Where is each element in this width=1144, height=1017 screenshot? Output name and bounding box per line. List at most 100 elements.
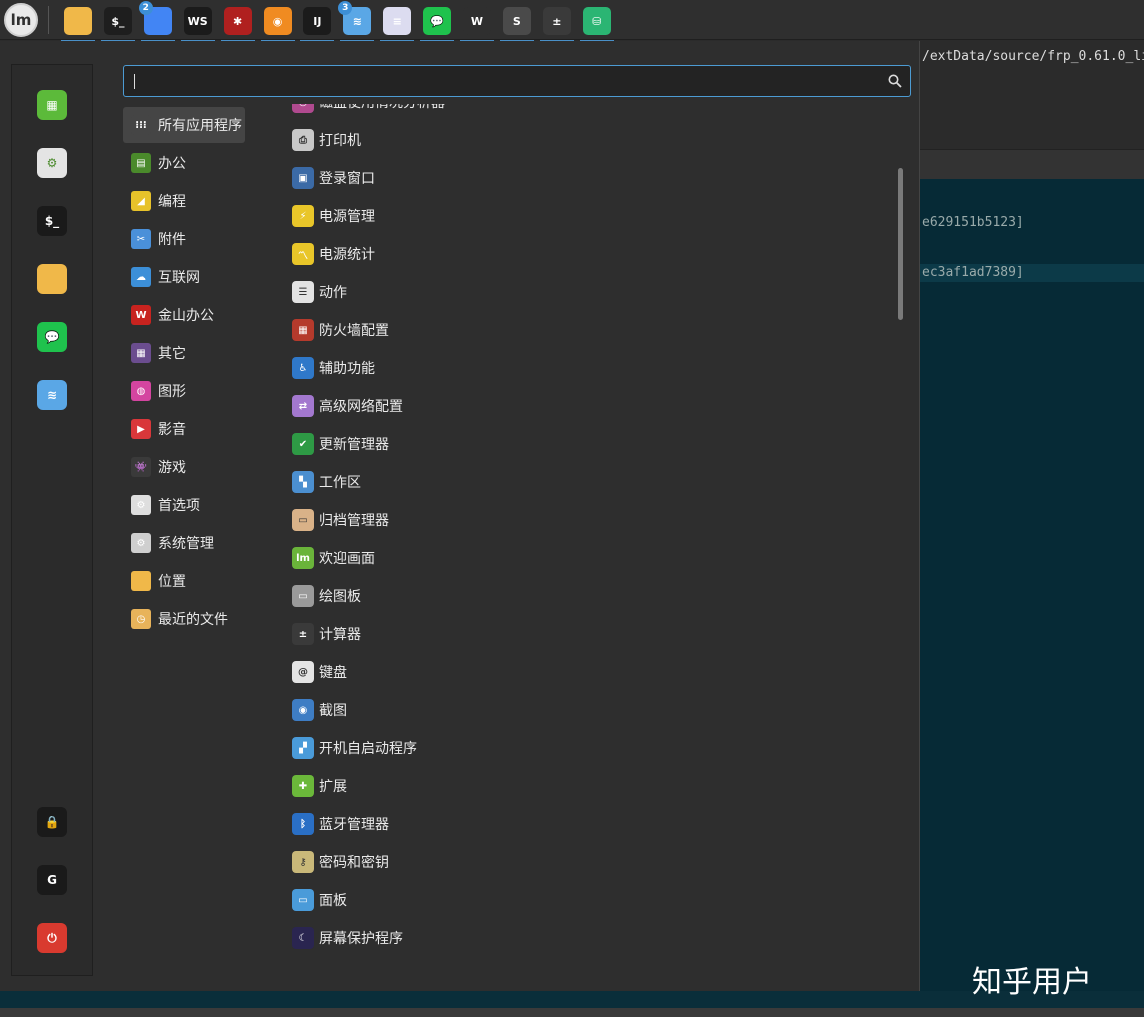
logout-icon[interactable]: G <box>37 865 67 895</box>
category-item[interactable]: ✂ 附件 <box>123 221 245 257</box>
category-item[interactable]: ◷ 最近的文件 <box>123 601 245 637</box>
app-icon: ⇄ <box>292 395 314 417</box>
category-item[interactable]: ⁝⁝⁝ 所有应用程序 <box>123 107 245 143</box>
app-label: 登录窗口 <box>319 171 375 187</box>
top-panel: lm $_ 2 WS ✱ ◉ IJ ≋ 3 ≡ 💬 W S ± ⛁ <box>0 0 1144 42</box>
category-item[interactable]: ⚙ 系统管理 <box>123 525 245 561</box>
app-label: 防火墙配置 <box>319 323 389 339</box>
app-icon: lm <box>292 547 314 569</box>
launcher-sublime[interactable]: S <box>498 3 536 42</box>
app-item[interactable]: ☾ 屏幕保护程序 <box>285 920 885 956</box>
category-label: 附件 <box>158 232 186 248</box>
app-item[interactable]: ▞ 开机自启动程序 <box>285 730 885 766</box>
app-item[interactable]: ᛒ 蓝牙管理器 <box>285 806 885 842</box>
app-item[interactable]: ⚷ 密码和密钥 <box>285 844 885 880</box>
category-label: 金山办公 <box>158 308 214 324</box>
fav-cast-icon[interactable]: ≋ <box>37 380 67 410</box>
fav-app-green-dots-icon[interactable]: ▦ <box>37 90 67 120</box>
launcher-webstorm[interactable]: WS <box>179 3 217 42</box>
db-tool-icon: ⛁ <box>582 7 611 35</box>
lock-screen-icon[interactable]: 🔒 <box>37 807 67 837</box>
fav-folder-icon[interactable] <box>37 264 67 294</box>
menu-start-button[interactable]: lm <box>4 3 38 37</box>
app-label: 截图 <box>319 703 347 719</box>
app-item[interactable]: 〽电源统计 <box>285 236 885 272</box>
launcher-db-tool[interactable]: ⛁ <box>578 3 616 42</box>
app-icon: 〽 <box>292 243 314 265</box>
text-cursor <box>134 74 135 89</box>
app-item[interactable]: @ 键盘 <box>285 654 885 690</box>
app-item[interactable]: ▭ 归档管理器 <box>285 502 885 538</box>
category-item[interactable]: ▶ 影音 <box>123 411 245 447</box>
launcher-wps[interactable]: W <box>458 3 496 42</box>
app-item[interactable]: ✚ 扩展 <box>285 768 885 804</box>
launcher-files[interactable] <box>59 3 97 42</box>
app-icon: ✔ <box>292 433 314 455</box>
category-item[interactable]: ⚙ 首选项 <box>123 487 245 523</box>
app-icon: ᛒ <box>292 813 314 835</box>
category-label: 位置 <box>158 574 186 590</box>
app-item[interactable]: ± 计算器 <box>285 616 885 652</box>
launcher-wechat[interactable]: 💬 <box>418 3 456 42</box>
category-item[interactable]: ▤ 办公 <box>123 145 245 181</box>
app-item[interactable]: ▚ 工作区 <box>285 464 885 500</box>
favorites-bar: ▦ ⚙ $_ 💬 ≋ 🔒 G ⏻ <box>11 64 93 976</box>
app-item[interactable]: ▦ 防火墙配置 <box>285 312 885 348</box>
app-icon: ⚡ <box>292 205 314 227</box>
app-item[interactable]: ⚡ 电源管理 <box>285 198 885 234</box>
panel-separator <box>48 6 49 34</box>
app-item[interactable]: ◉ 截图 <box>285 692 885 728</box>
app-item[interactable]: ☰ 动作 <box>285 274 885 310</box>
app-item[interactable]: ♿ 辅助功能 <box>285 350 885 386</box>
app-item[interactable]: ⎙ 打印机 <box>285 122 885 158</box>
app-icon: ◔ <box>292 104 314 113</box>
app-item[interactable]: ⇄ 高级网络配置 <box>285 388 885 424</box>
search-icon[interactable] <box>888 74 902 88</box>
orange-app-icon: ◉ <box>263 7 292 35</box>
power-icon[interactable]: ⏻ <box>37 923 67 953</box>
app-item[interactable]: lm 欢迎画面 <box>285 540 885 576</box>
category-item[interactable]: 位置 <box>123 563 245 599</box>
launcher-calculator[interactable]: ± <box>538 3 576 42</box>
app-icon: ▚ <box>292 471 314 493</box>
category-item[interactable]: W 金山办公 <box>123 297 245 333</box>
terminal-header: /extData/source/frp_0.61.0_linux_ar <box>920 41 1144 149</box>
launcher-intellij[interactable]: IJ <box>298 3 336 42</box>
app-label: 绘图板 <box>319 589 361 605</box>
app-label: 屏幕保护程序 <box>319 931 403 947</box>
search-input[interactable] <box>124 66 910 96</box>
search-box[interactable] <box>123 65 911 97</box>
launcher-orange-app[interactable]: ◉ <box>259 3 297 42</box>
app-icon: @ <box>292 661 314 683</box>
app-item[interactable]: ▭ 面板 <box>285 882 885 918</box>
launcher-text-editor[interactable]: ≡ <box>378 3 416 42</box>
launcher-chrome[interactable]: 2 <box>138 1 177 42</box>
launcher-terminal[interactable]: $_ <box>99 3 137 42</box>
app-item[interactable]: ◔ 磁盘使用情况分析器 <box>285 104 885 120</box>
fav-wechat-icon[interactable]: 💬 <box>37 322 67 352</box>
launcher-cast[interactable]: ≋ 3 <box>338 1 376 42</box>
app-item[interactable]: ▭ 绘图板 <box>285 578 885 614</box>
fav-settings-icon[interactable]: ⚙ <box>37 148 67 178</box>
category-label: 编程 <box>158 194 186 210</box>
app-item[interactable]: ✔ 更新管理器 <box>285 426 885 462</box>
app-label: 动作 <box>319 285 347 301</box>
app-label: 扩展 <box>319 779 347 795</box>
bottom-panel-strip <box>0 1008 1144 1017</box>
category-label: 图形 <box>158 384 186 400</box>
app-label: 密码和密钥 <box>319 855 389 871</box>
category-item[interactable]: ◍ 图形 <box>123 373 245 409</box>
background-terminal-window[interactable]: /extData/source/frp_0.61.0_linux_ar e629… <box>920 41 1144 991</box>
category-icon: ◷ <box>131 609 151 629</box>
app-label: 更新管理器 <box>319 437 389 453</box>
app-list-scrollbar[interactable] <box>898 168 903 320</box>
category-item[interactable]: 👾 游戏 <box>123 449 245 485</box>
app-item[interactable]: ▣ 登录窗口 <box>285 160 885 196</box>
fav-terminal-icon[interactable]: $_ <box>37 206 67 236</box>
sublime-icon: S <box>502 7 531 35</box>
category-item[interactable]: ☁ 互联网 <box>123 259 245 295</box>
app-icon: ◉ <box>292 699 314 721</box>
category-item[interactable]: ▦ 其它 <box>123 335 245 371</box>
category-item[interactable]: ◢ 编程 <box>123 183 245 219</box>
launcher-redis[interactable]: ✱ <box>219 3 257 42</box>
